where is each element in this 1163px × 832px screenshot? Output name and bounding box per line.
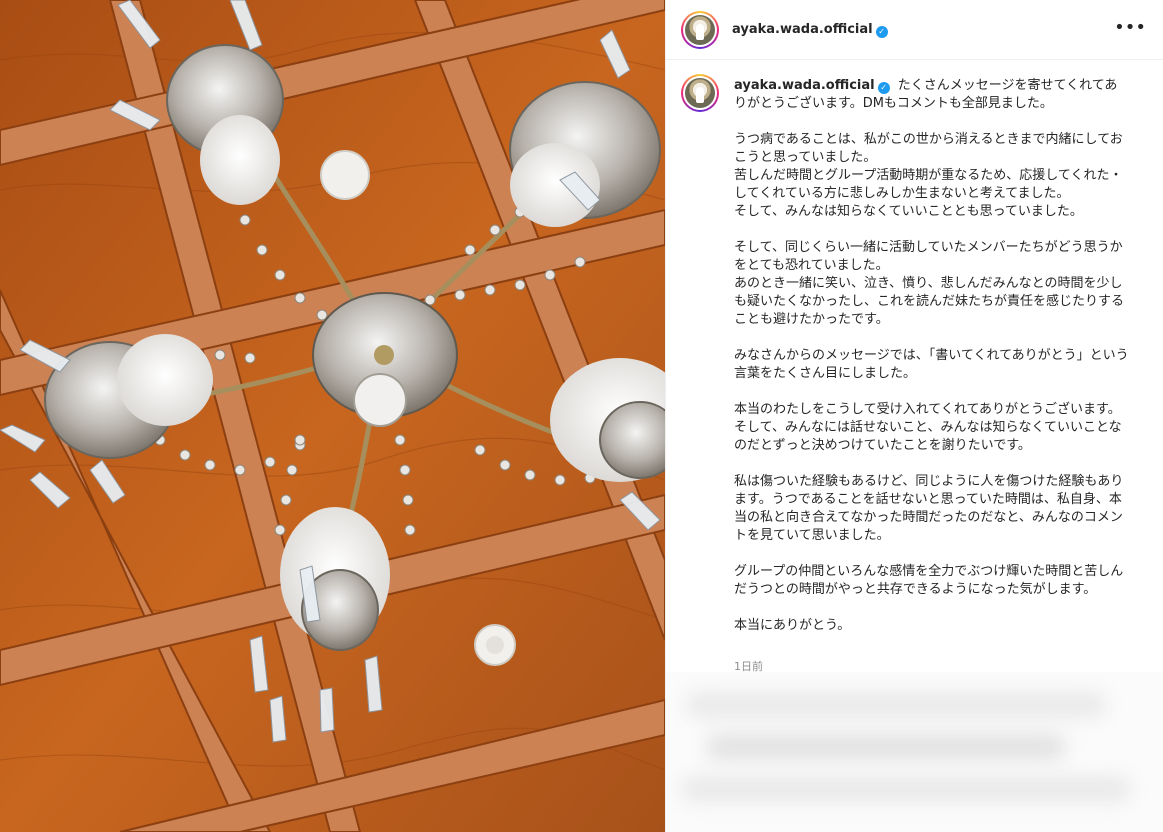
caption-username-link[interactable]: ayaka.wada.official ✓ (734, 78, 890, 94)
avatar[interactable] (681, 11, 719, 49)
verified-badge-icon: ✓ (877, 82, 890, 94)
post-header: ayaka.wada.official ✓ ••• (666, 0, 1163, 60)
caption-line: 私は傷ついた経験もあるけど、同じように人を傷つけた経験もあります。うつであること… (734, 474, 1124, 543)
caption-line: 本当のわたしをこうして受け入れてくれてありがとうございます。そして、みんなには話… (734, 402, 1122, 453)
caption-line: グループの仲間といろんな感情を全力でぶつけ輝いた時間と苦しんだうつとの時間がやっ… (734, 564, 1124, 597)
caption-text: ayaka.wada.official ✓ たくさんメッセージを寄せてくれてありが… (734, 77, 1129, 635)
caption-paragraph: 本当のわたしをこうして受け入れてくれてありがとうございます。そして、みんなには話… (734, 401, 1129, 455)
caption-paragraph: うつ病であることは、私がこの世から消えるときまで内緒にしておこうと思っていました… (734, 131, 1129, 221)
caption-paragraph: グループの仲間といろんな感情を全力でぶつけ輝いた時間と苦しんだうつとの時間がやっ… (734, 563, 1129, 599)
caption-block: ayaka.wada.official ✓ たくさんメッセージを寄せてくれてありが… (666, 60, 1163, 672)
caption-paragraph: みなさんからのメッセージでは、「書いてくれてありがとう」という言葉をたくさん目に… (734, 347, 1129, 383)
caption-line: あのとき一緒に笑い、泣き、憤り、悲しんだみんなとの時間を少しも疑いたくなかったし… (734, 276, 1125, 327)
caption-line: みなさんからのメッセージでは、「書いてくれてありがとう」という言葉をたくさん目に… (734, 348, 1129, 381)
caption-paragraph: 本当にありがとう。 (734, 617, 1129, 635)
post-timestamp[interactable]: 1日前 (734, 658, 763, 672)
caption-paragraph: そして、同じくらい一緒に活動していたメンバーたちがどう思うかをとても恐れていまし… (734, 239, 1129, 329)
caption-avatar[interactable] (681, 74, 719, 112)
caption-paragraph: 私は傷ついた経験もあるけど、同じように人を傷つけた経験もあります。うつであること… (734, 473, 1129, 545)
post-panel: ayaka.wada.official ✓ ••• ayaka.wada.offi… (665, 0, 1163, 832)
chandelier-photo (0, 0, 665, 832)
caption-line: そして、同じくらい一緒に活動していたメンバーたちがどう思うかをとても恐れていまし… (734, 240, 1123, 273)
caption-line: 本当にありがとう。 (734, 618, 851, 633)
blurred-comments-area (666, 672, 1163, 832)
post-photo[interactable] (0, 0, 665, 832)
caption-line: そして、みんなは知らなくていいこととも思っていました。 (734, 204, 1083, 219)
more-options-icon[interactable]: ••• (1114, 18, 1146, 38)
verified-badge-icon: ✓ (875, 26, 888, 38)
username-link[interactable]: ayaka.wada.official ✓ (732, 22, 888, 38)
caption-line: うつ病であることは、私がこの世から消えるときまで内緒にしておこうと思っていました… (734, 132, 1123, 165)
caption-line: 苦しんだ時間とグループ活動時期が重なるため、応援してくれた・してくれている方に悲… (734, 168, 1123, 201)
